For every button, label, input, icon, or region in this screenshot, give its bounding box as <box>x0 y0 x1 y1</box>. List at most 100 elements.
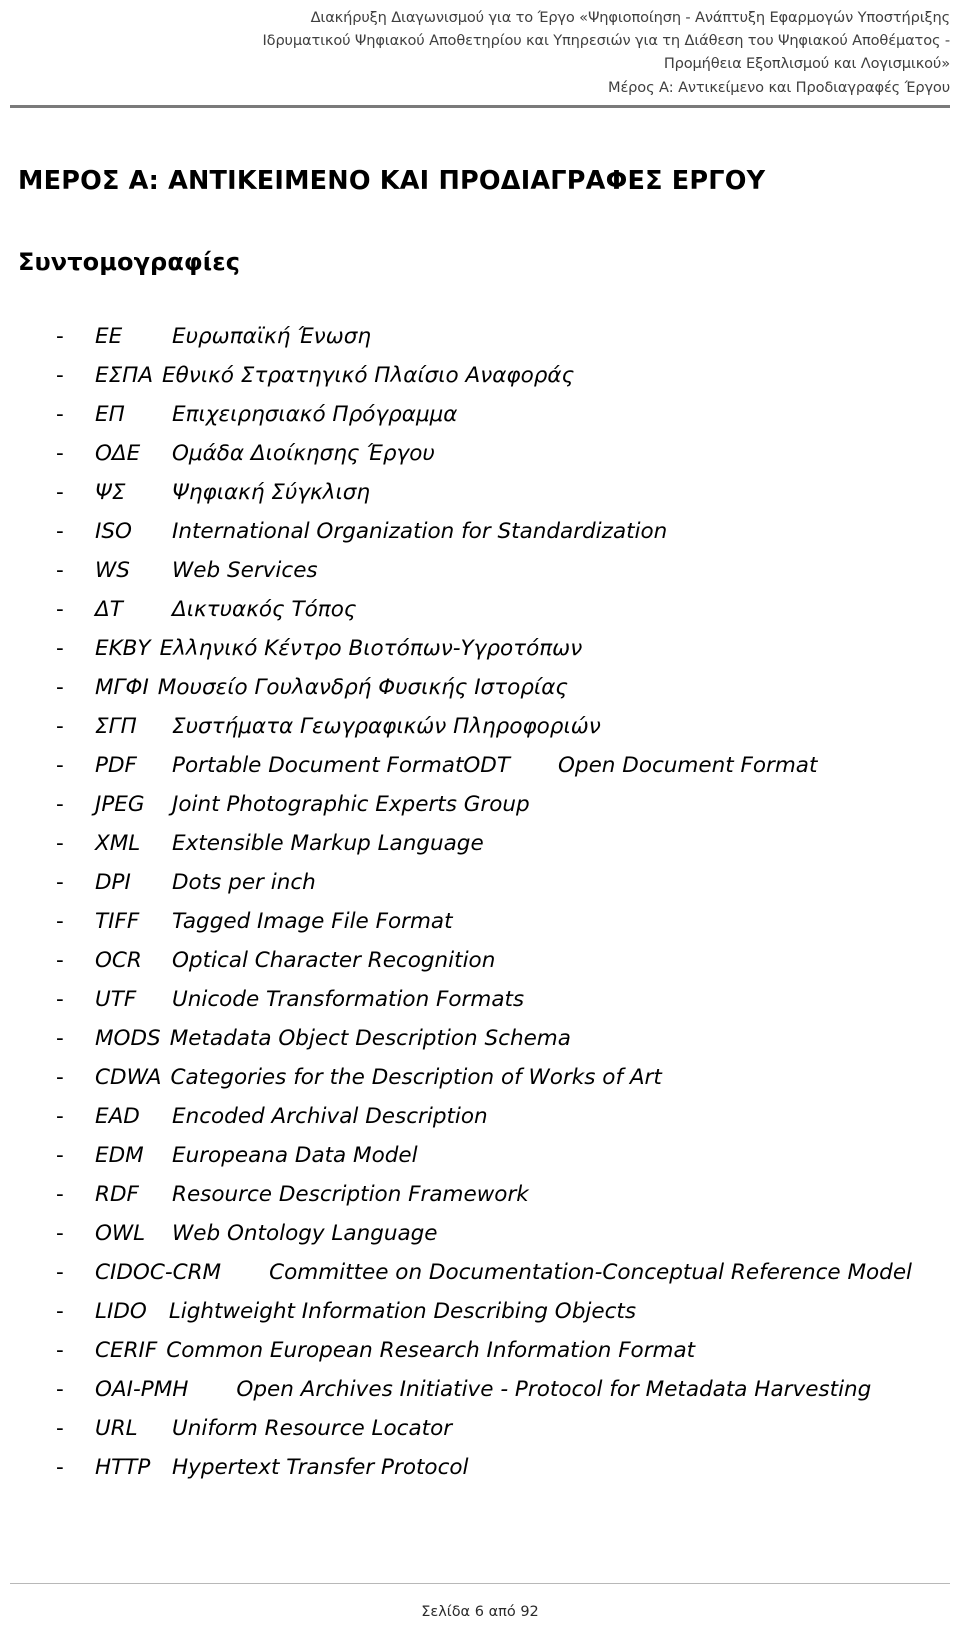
abbreviation-row: - URL Uniform Resource Locator <box>18 1409 942 1448</box>
abbreviation-pair: CDWA Categories for the Description of Wo… <box>95 1058 662 1097</box>
list-bullet: - <box>56 558 64 583</box>
abbreviation-key: ΕΚΒΥ <box>95 636 151 661</box>
list-bullet: - <box>56 1260 64 1285</box>
abbreviation-value: Europeana Data Model <box>172 1143 418 1168</box>
abbreviation-row: - ΨΣ Ψηφιακή Σύγκλιση <box>18 473 942 512</box>
list-bullet: - <box>56 519 64 544</box>
abbreviation-row: - ΕΠ Επιχειρησιακό Πρόγραμμα <box>18 395 942 434</box>
abbreviation-value: Unicode Transformation Formats <box>172 987 525 1012</box>
abbreviation-row: - EDM Europeana Data Model <box>18 1136 942 1175</box>
abbreviation-row: - CDWA Categories for the Description of W… <box>18 1058 942 1097</box>
abbreviation-key: JPEG <box>95 792 145 817</box>
abbreviation-key: CDWA <box>95 1065 162 1090</box>
abbreviation-key: ΟΔΕ <box>95 441 141 466</box>
abbreviation-key: MODS <box>95 1026 161 1051</box>
abbreviation-key: EAD <box>95 1104 140 1129</box>
abbreviation-row: - WS Web Services <box>18 551 942 590</box>
list-bullet: - <box>56 1455 64 1480</box>
list-bullet: - <box>56 1065 64 1090</box>
abbreviation-value: Επιχειρησιακό Πρόγραμμα <box>172 402 458 427</box>
abbreviation-row: - OAI-PMH Open Archives Initiative - Proto… <box>18 1370 942 1409</box>
abbreviation-row: - ΕΕ Ευρωπαϊκή Ένωση <box>18 317 942 356</box>
list-bullet: - <box>56 909 64 934</box>
abbreviation-key: ISO <box>95 519 132 544</box>
abbreviation-pair: MODS Metadata Object Description Schema <box>95 1019 571 1058</box>
list-bullet: - <box>56 324 64 349</box>
abbreviation-value: Tagged Image File Format <box>172 909 453 934</box>
abbreviation-row: - JPEG Joint Photographic Experts Group <box>18 785 942 824</box>
abbreviation-value: Encoded Archival Description <box>172 1104 488 1129</box>
abbreviation-row: - RDF Resource Description Framework <box>18 1175 942 1214</box>
running-header: Διακήρυξη Διαγωνισμού για το Έργο «Ψηφιο… <box>10 0 951 99</box>
abbreviation-row: - ΜΓΦΙ Μουσείο Γουλανδρή Φυσικής Ιστορίας <box>18 668 942 707</box>
list-bullet: - <box>56 675 64 700</box>
running-header-line-1: Διακήρυξη Διαγωνισμού για το Έργο «Ψηφιο… <box>310 9 951 26</box>
list-bullet: - <box>56 870 64 895</box>
abbreviation-value: Lightweight Information Describing Objec… <box>168 1299 637 1324</box>
abbreviation-value: Ελληνικό Κέντρο Βιοτόπων-Υγροτόπων <box>159 636 583 661</box>
abbreviation-value: Open Archives Initiative - Protocol for … <box>236 1377 872 1402</box>
footer-divider <box>10 1583 950 1584</box>
page-number-label: Σελίδα 6 από 92 <box>421 1604 539 1620</box>
abbreviation-pair: LIDO Lightweight Information Describing O… <box>95 1292 636 1331</box>
abbreviation-value: Categories for the Description of Works … <box>170 1065 662 1090</box>
abbreviation-key: ΕΕ <box>95 324 123 349</box>
abbreviation-row: - LIDO Lightweight Information Describing … <box>18 1292 942 1331</box>
abbreviation-row: - OWL Web Ontology Language <box>18 1214 942 1253</box>
abbreviation-value: Δικτυακός Τόπος <box>172 597 357 622</box>
abbreviation-pair: OAI-PMH Open Archives Initiative - Protoc… <box>95 1370 871 1409</box>
list-bullet: - <box>56 831 64 856</box>
abbreviation-key: ΣΓΠ <box>95 714 137 739</box>
list-bullet: - <box>56 597 64 622</box>
abbreviation-value: Ψηφιακή Σύγκλιση <box>172 480 370 505</box>
abbreviation-key: URL <box>95 1416 138 1441</box>
list-bullet: - <box>56 1182 64 1207</box>
abbreviation-row: - ΕΣΠΑ Εθνικό Στρατηγικό Πλαίσιο Αναφοράς <box>18 356 942 395</box>
abbreviation-key: UTF <box>95 987 137 1012</box>
abbreviation-key: ΜΓΦΙ <box>95 675 149 700</box>
abbreviation-row: - ΔΤ Δικτυακός Τόπος <box>18 590 942 629</box>
abbreviation-key: HTTP <box>95 1455 151 1480</box>
abbreviation-row: - PDF Portable Document FormatODT Open Docu… <box>18 746 942 785</box>
abbreviation-value: Portable Document FormatODT Open Document… <box>172 753 818 778</box>
abbreviation-value: Common European Research Information For… <box>166 1338 696 1363</box>
abbreviation-value: Optical Character Recognition <box>172 948 496 973</box>
list-bullet: - <box>56 753 64 778</box>
abbreviation-key: XML <box>95 831 141 856</box>
list-bullet: - <box>56 402 64 427</box>
list-bullet: - <box>56 1143 64 1168</box>
abbreviation-row: - MODS Metadata Object Description Schema <box>18 1019 942 1058</box>
abbreviation-key: ΨΣ <box>95 480 126 505</box>
page-content: ΜΕΡΟΣ Α: ΑΝΤΙΚΕΙΜΕΝΟ ΚΑΙ ΠΡΟΔΙΑΓΡΑΦΕΣ ΕΡ… <box>18 120 942 1487</box>
abbreviation-key: RDF <box>95 1182 139 1207</box>
list-bullet: - <box>56 1338 64 1363</box>
abbreviation-value: Ομάδα Διοίκησης Έργου <box>172 441 435 466</box>
abbreviation-value: International Organization for Standardi… <box>172 519 668 544</box>
running-header-line-4: Μέρος Α: Αντικείμενο και Προδιαγραφές Έρ… <box>608 78 950 96</box>
abbreviation-row: - DPI Dots per inch <box>18 863 942 902</box>
list-bullet: - <box>56 987 64 1012</box>
abbreviation-value: Εθνικό Στρατηγικό Πλαίσιο Αναφοράς <box>162 363 575 388</box>
abbreviation-row: - CERIF Common European Research Informati… <box>18 1331 942 1370</box>
abbreviation-value: Ευρωπαϊκή Ένωση <box>172 324 371 349</box>
abbreviation-value: Joint Photographic Experts Group <box>172 792 530 817</box>
list-bullet: - <box>56 363 64 388</box>
abbreviation-pair: ΕΣΠΑ Εθνικό Στρατηγικό Πλαίσιο Αναφοράς <box>95 356 574 395</box>
abbreviation-row: - ISO International Organization for Stand… <box>18 512 942 551</box>
list-bullet: - <box>56 714 64 739</box>
list-bullet: - <box>56 1221 64 1246</box>
page-footer: Σελίδα 6 από 92 <box>0 1604 960 1620</box>
abbreviation-value: Extensible Markup Language <box>172 831 484 856</box>
list-bullet: - <box>56 1299 64 1324</box>
list-bullet: - <box>56 1026 64 1051</box>
list-bullet: - <box>56 1104 64 1129</box>
abbreviation-key: CERIF <box>95 1338 158 1363</box>
abbreviation-key: ΔΤ <box>95 597 123 622</box>
abbreviation-key: ΕΣΠΑ <box>95 363 154 388</box>
section-heading-abbreviations: Συντομογραφίες <box>18 248 241 276</box>
document-page: Διακήρυξη Διαγωνισμού για το Έργο «Ψηφιο… <box>0 0 960 1646</box>
abbreviation-pair: ΕΚΒΥ Ελληνικό Κέντρο Βιοτόπων-Υγροτόπων <box>95 629 582 668</box>
abbreviations-list: - ΕΕ Ευρωπαϊκή Ένωση - ΕΣΠΑ Εθνικό Στρατηγικό… <box>18 317 942 1487</box>
abbreviation-value: Web Ontology Language <box>172 1221 438 1246</box>
abbreviation-value: Dots per inch <box>172 870 316 895</box>
